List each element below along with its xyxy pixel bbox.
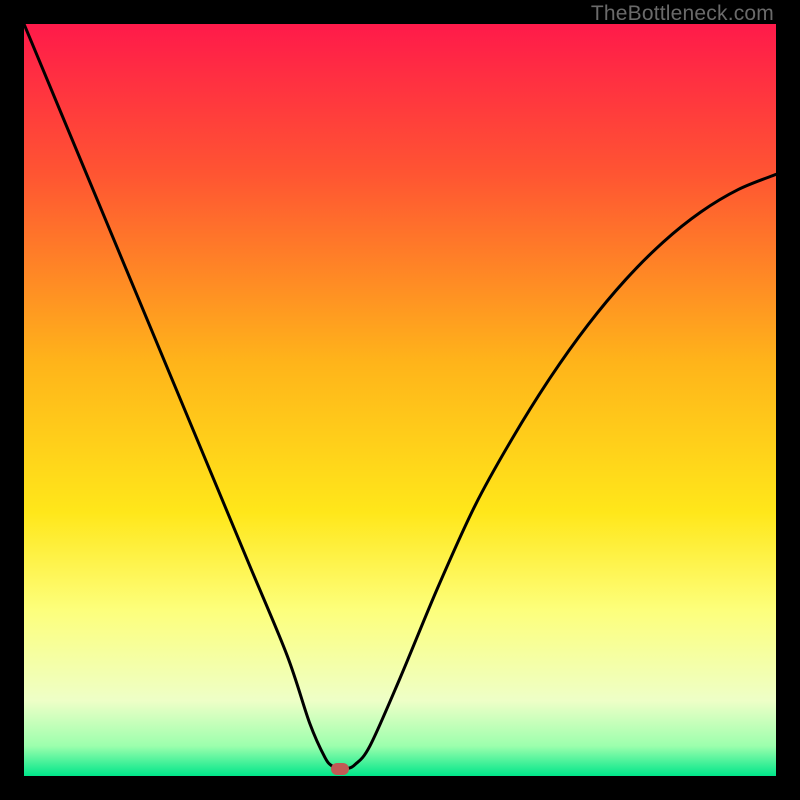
chart-frame <box>24 24 776 776</box>
bottleneck-curve <box>24 24 776 776</box>
optimal-point-marker <box>331 763 349 775</box>
watermark-text: TheBottleneck.com <box>591 2 774 26</box>
